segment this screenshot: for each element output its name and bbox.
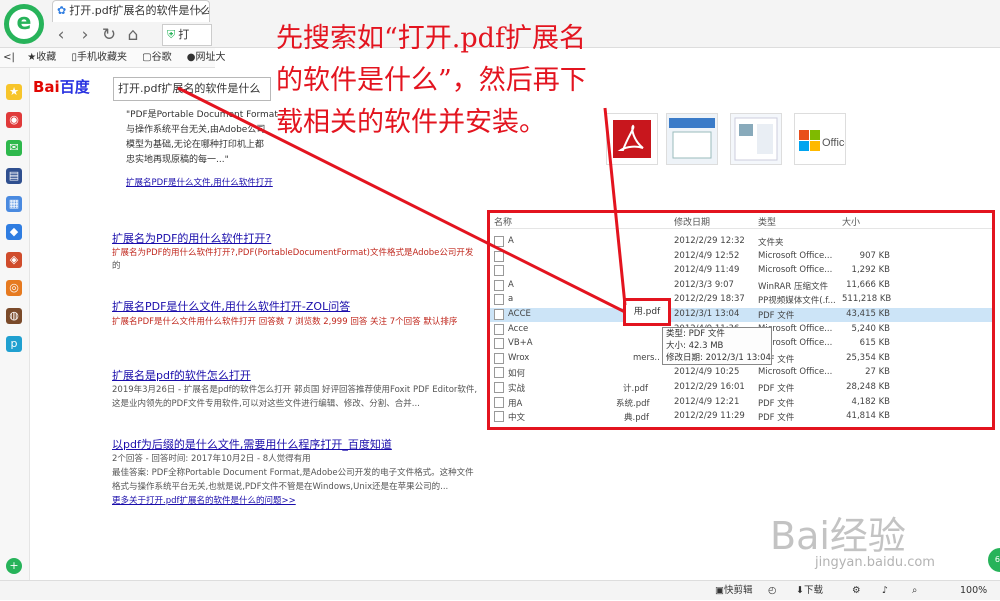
watermark-logo: Bai经验 [770,514,906,558]
status-bar: ▣ 快剪辑 ◴ ⬇ 下载 ⚙ ♪ ⌕ 100% [0,580,1000,600]
download-button[interactable]: ⬇ 下载 [796,581,823,601]
sound-icon[interactable]: ♪ [882,581,888,601]
zoom-level[interactable]: 100% [960,581,987,601]
tool-icon[interactable]: ⚙ [852,581,861,601]
watermark-url: jingyan.baidu.com [815,555,935,570]
zoom-icon[interactable]: ⌕ [912,581,917,601]
clip-button[interactable]: ▣ 快剪辑 [715,581,753,601]
annotation-text: 先搜索如“打开.pdf扩展名的软件是什么”，然后再下载相关的软件并安装。 [276,23,587,138]
speed-icon[interactable]: ◴ [768,581,776,601]
